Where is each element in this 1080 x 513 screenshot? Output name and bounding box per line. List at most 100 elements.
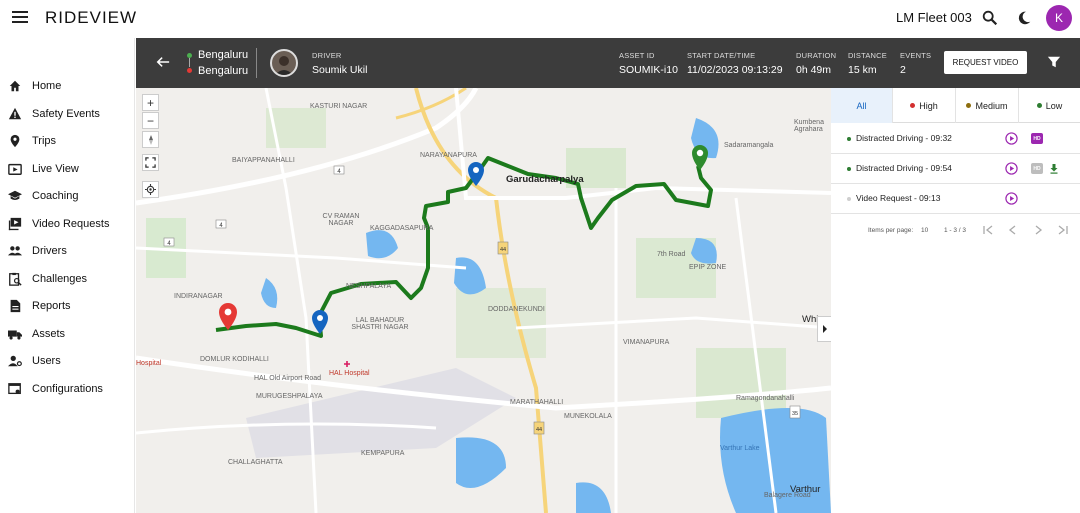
map-label: Ramagondanahalli [736, 395, 795, 402]
expand-panel-button[interactable] [817, 316, 831, 342]
app-logo[interactable]: RIDEVIEW [45, 8, 137, 28]
sidebar-item-label: Trips [32, 135, 57, 147]
zoom-in-button[interactable]: + [142, 94, 159, 111]
sidebar-item-assets[interactable]: Assets [0, 322, 135, 346]
chevron-right-icon [822, 325, 827, 333]
sidebar-item-reports[interactable]: Reports [0, 294, 135, 318]
sidebar-item-trips[interactable]: Trips [0, 129, 135, 153]
search-icon[interactable] [981, 9, 999, 27]
tab-all[interactable]: All [831, 88, 893, 123]
sidebar-item-safety-events[interactable]: Safety Events [0, 102, 135, 126]
map-label: DODDANEKUNDI [488, 306, 545, 313]
map-label: KASTURI NAGAR [310, 103, 368, 110]
event-row[interactable]: Distracted Driving - 09:54 HD [831, 154, 1080, 184]
fullscreen-button[interactable] [142, 154, 159, 171]
play-icon[interactable] [1005, 192, 1018, 205]
hd-video-icon[interactable]: HD [1031, 163, 1043, 174]
event-row[interactable]: Distracted Driving - 09:32 HD [831, 124, 1080, 154]
map-label: KEMPAPURA [361, 450, 405, 457]
sidebar-item-configurations[interactable]: Configurations [0, 377, 135, 401]
map-label: MUNEKOLALA [564, 413, 612, 420]
fullscreen-icon [145, 157, 156, 168]
back-arrow-icon[interactable] [156, 55, 170, 69]
my-location-button[interactable] [142, 181, 159, 198]
start-location: Bengaluru [198, 49, 249, 61]
route-connector [189, 58, 190, 67]
sidebar: Home Safety Events Trips Live View Coach… [0, 38, 135, 513]
map-label: CV RAMAN NAGAR [322, 213, 360, 227]
play-icon[interactable] [1005, 162, 1018, 175]
driver-name[interactable]: Soumik Ukil [312, 64, 367, 76]
sidebar-item-coaching[interactable]: Coaching [0, 184, 135, 208]
driver-label: DRIVER [312, 51, 342, 60]
compass-button[interactable] [142, 131, 159, 148]
items-per-page-select[interactable]: 10 [921, 227, 928, 234]
hospital-icon [344, 361, 350, 367]
map-label: Kumbena Agrahara [794, 119, 824, 133]
medium-dot [966, 103, 972, 108]
map-label: VIMANAPURA [623, 339, 670, 346]
sidebar-item-label: Challenges [32, 273, 88, 285]
map-label: INDIRANAGAR [174, 293, 223, 300]
next-page-icon[interactable] [1032, 224, 1044, 236]
compass-icon [148, 134, 153, 145]
map-label: HAL Old Airport Road [254, 375, 322, 382]
sidebar-item-live-view[interactable]: Live View [0, 157, 135, 181]
play-icon[interactable] [1005, 132, 1018, 145]
filter-icon[interactable] [1047, 55, 1061, 69]
start-datetime-label: START DATE/TIME [687, 51, 756, 60]
sidebar-item-label: Safety Events [32, 108, 100, 120]
crosshair-icon [145, 184, 156, 195]
tab-low[interactable]: Low [1019, 88, 1080, 123]
user-avatar[interactable]: K [1046, 5, 1072, 31]
event-row[interactable]: Video Request - 09:13 [831, 184, 1080, 214]
request-video-button[interactable]: REQUEST VIDEO [944, 51, 1027, 74]
sidebar-item-label: Live View [32, 163, 79, 175]
map-label: EPIP ZONE [689, 264, 727, 271]
menu-icon[interactable] [12, 11, 28, 25]
hd-video-icon[interactable]: HD [1031, 133, 1043, 144]
sidebar-item-drivers[interactable]: Drivers [0, 239, 135, 263]
sidebar-item-home[interactable]: Home [0, 74, 135, 98]
driver-avatar[interactable] [270, 49, 298, 77]
start-marker[interactable] [692, 145, 708, 170]
sidebar-item-label: Users [32, 355, 61, 367]
duration-label: DURATION [796, 51, 837, 60]
events-label: EVENTS [900, 51, 932, 60]
clipboard-search-icon [9, 272, 22, 286]
download-icon[interactable] [1049, 163, 1059, 174]
event-marker[interactable] [312, 310, 328, 334]
road-shield: 44 [497, 241, 509, 255]
tab-medium[interactable]: Medium [956, 88, 1019, 123]
sidebar-item-video-requests[interactable]: Video Requests [0, 212, 135, 236]
divider [256, 48, 257, 78]
road-shield: 35 [789, 405, 801, 419]
asset-id: SOUMIK-i10 [619, 64, 678, 76]
severity-dot [847, 197, 851, 201]
sidebar-item-challenges[interactable]: Challenges [0, 267, 135, 291]
last-page-icon[interactable] [1057, 224, 1069, 236]
people-icon [8, 246, 22, 256]
tab-label: Low [1045, 100, 1063, 111]
map-label: MURUGESHPALAYA [256, 393, 323, 400]
sidebar-item-users[interactable]: Users [0, 349, 135, 373]
distance: 15 km [848, 64, 877, 76]
road-shield-label: 35 [792, 411, 798, 417]
dark-mode-icon[interactable] [1015, 9, 1033, 27]
home-icon [9, 80, 21, 92]
map-label: DOMLUR KODIHALLI [200, 356, 269, 363]
trip-map[interactable]: 4 4 4 44 44 35 KASTURI NAGAR BAIYAPPANAH… [136, 88, 831, 513]
map-label: BAIYAPPANAHALLI [232, 157, 295, 164]
first-page-icon[interactable] [982, 224, 994, 236]
asset-id-label: ASSET ID [619, 51, 655, 60]
road-shield: 4 [215, 219, 227, 229]
zoom-out-button[interactable]: − [142, 112, 159, 129]
pagination: Items per page: 10 1 - 3 / 3 [831, 220, 1080, 242]
map-label: NESHPALAYA [346, 283, 392, 290]
tab-label: Medium [975, 100, 1008, 111]
low-dot [1036, 103, 1042, 108]
tab-high[interactable]: High [893, 88, 956, 123]
map-label: Sadaramangala [724, 142, 774, 149]
previous-page-icon[interactable] [1007, 224, 1019, 236]
fleet-name[interactable]: LM Fleet 003 [896, 10, 972, 25]
